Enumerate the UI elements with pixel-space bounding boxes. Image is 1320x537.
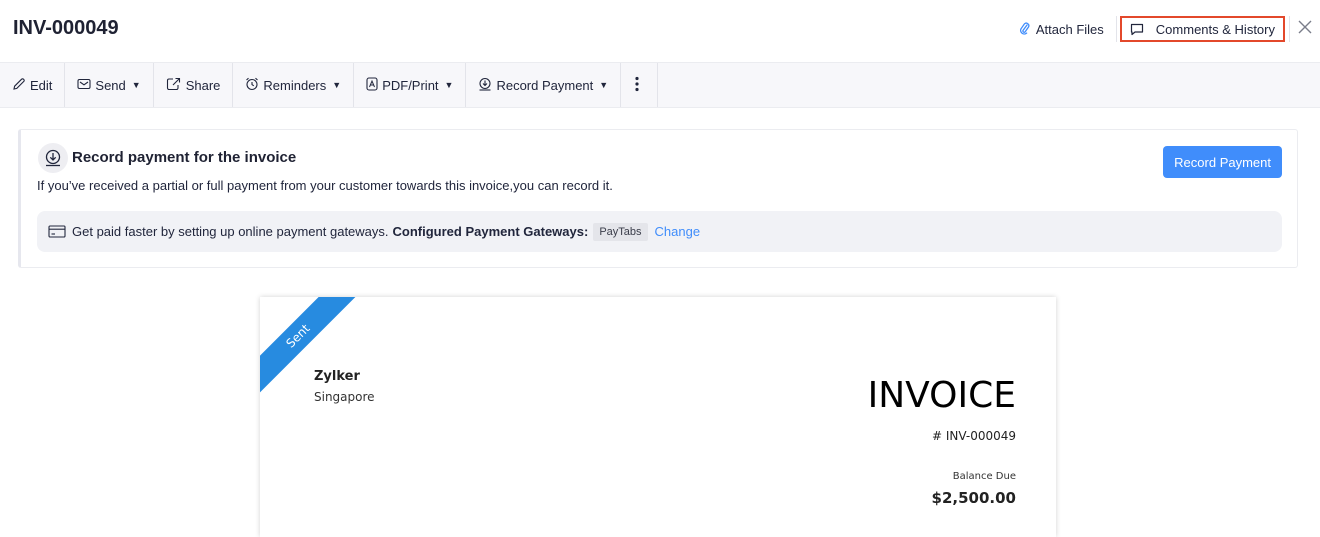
organization-name: Zylker	[314, 369, 360, 384]
top-actions: Attach Files Comments & History	[1019, 16, 1320, 42]
pencil-icon	[12, 77, 30, 94]
banner-title: Record payment for the invoice	[72, 149, 297, 166]
comment-icon	[1130, 23, 1144, 36]
reminders-label: Reminders	[263, 77, 327, 93]
more-options-button[interactable]	[621, 63, 659, 107]
action-toolbar: Edit Send ▼ Share Reminders ▼ PDF/Print …	[0, 62, 1320, 108]
caret-down-icon: ▼	[599, 80, 609, 90]
payment-download-icon	[38, 143, 68, 173]
pdf-print-button[interactable]: PDF/Print ▼	[354, 63, 467, 107]
share-button[interactable]: Share	[154, 63, 234, 107]
balance-due-value: $2,500.00	[931, 489, 1016, 507]
share-icon	[166, 77, 186, 94]
caret-down-icon: ▼	[332, 80, 342, 90]
more-vertical-icon	[635, 76, 643, 95]
invoice-preview: Sent Zylker Singapore INVOICE # INV-0000…	[260, 297, 1056, 537]
gateway-label: Configured Payment Gateways:	[392, 224, 589, 239]
change-gateway-link[interactable]: Change	[655, 224, 701, 239]
top-bar: INV-000049 Attach Files Comments & Histo…	[0, 0, 1320, 62]
attach-files-button[interactable]: Attach Files	[1019, 16, 1117, 42]
payment-download-icon	[478, 77, 496, 94]
envelope-icon	[77, 78, 95, 93]
send-button[interactable]: Send ▼	[65, 63, 154, 107]
gateway-chip: PayTabs	[593, 222, 648, 241]
payment-gateway-notice: Get paid faster by setting up online pay…	[37, 211, 1282, 252]
edit-button[interactable]: Edit	[0, 63, 66, 107]
divider	[1289, 16, 1290, 42]
caret-down-icon: ▼	[131, 80, 141, 90]
record-payment-menu-button[interactable]: Record Payment ▼	[466, 63, 622, 107]
reminders-button[interactable]: Reminders ▼	[233, 63, 355, 107]
record-payment-banner: Record payment for the invoice If you’ve…	[18, 129, 1298, 268]
banner-description: If you’ve received a partial or full pay…	[37, 178, 613, 193]
share-label: Share	[185, 77, 221, 93]
credit-card-icon	[48, 225, 66, 238]
invoice-heading: INVOICE	[867, 375, 1016, 416]
attach-files-label: Attach Files	[1035, 21, 1104, 37]
balance-due-label: Balance Due	[952, 471, 1016, 482]
record-payment-button[interactable]: Record Payment	[1163, 146, 1282, 178]
pdf-icon	[366, 76, 382, 94]
pdf-print-label: PDF/Print	[382, 77, 439, 93]
comments-history-button[interactable]: Comments & History	[1119, 16, 1285, 42]
organization-location: Singapore	[314, 390, 375, 404]
caret-down-icon: ▼	[444, 80, 454, 90]
record-payment-label: Record Payment	[496, 77, 594, 93]
alarm-clock-icon	[245, 77, 263, 94]
invoice-number: # INV-000049	[931, 429, 1016, 443]
page-title: INV-000049	[13, 17, 119, 39]
gateway-text: Get paid faster by setting up online pay…	[72, 224, 389, 239]
edit-label: Edit	[30, 77, 53, 93]
comments-history-label: Comments & History	[1155, 21, 1275, 37]
send-label: Send	[95, 77, 126, 93]
close-icon	[1298, 20, 1312, 39]
close-button[interactable]	[1292, 20, 1318, 39]
paperclip-icon	[1019, 21, 1030, 38]
